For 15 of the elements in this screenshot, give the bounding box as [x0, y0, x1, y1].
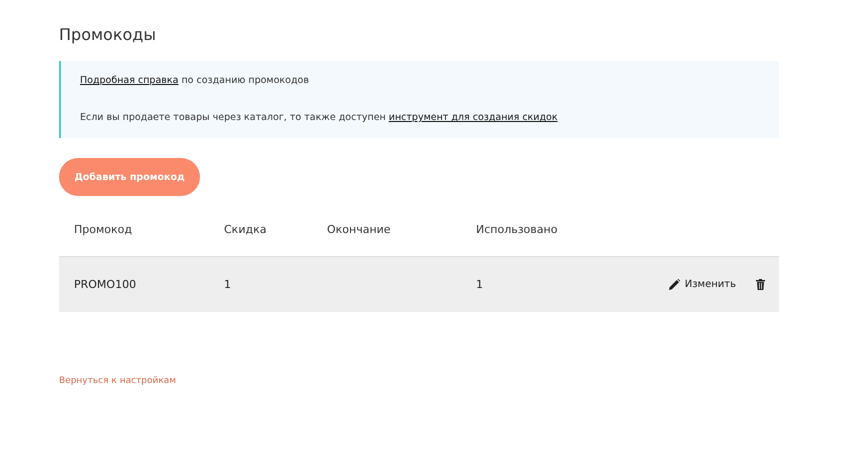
table-cell-text: PROMO100	[74, 278, 138, 291]
column-header: Скидка	[224, 223, 268, 236]
help-link[interactable]: инструмент для создания скидок	[388, 112, 558, 123]
info-text: Подробная справка по созданию промокодов	[80, 74, 310, 88]
column-header: Окончание	[327, 223, 392, 236]
edit-link[interactable]: Изменить	[668, 279, 736, 290]
info-text: Если вы продаете товары через каталог, то также доступен инструмент для создания скидок	[80, 111, 559, 125]
trash-icon[interactable]	[756, 279, 765, 290]
page-title: Промокоды	[59, 24, 157, 46]
pencil-icon	[668, 279, 680, 290]
help-link[interactable]: Подробная справка	[80, 75, 178, 86]
table-cell-text: 1	[476, 278, 484, 291]
column-header: Использовано	[476, 223, 558, 236]
table-cell-text: 1	[224, 278, 232, 291]
column-header: Промокод	[74, 223, 133, 236]
